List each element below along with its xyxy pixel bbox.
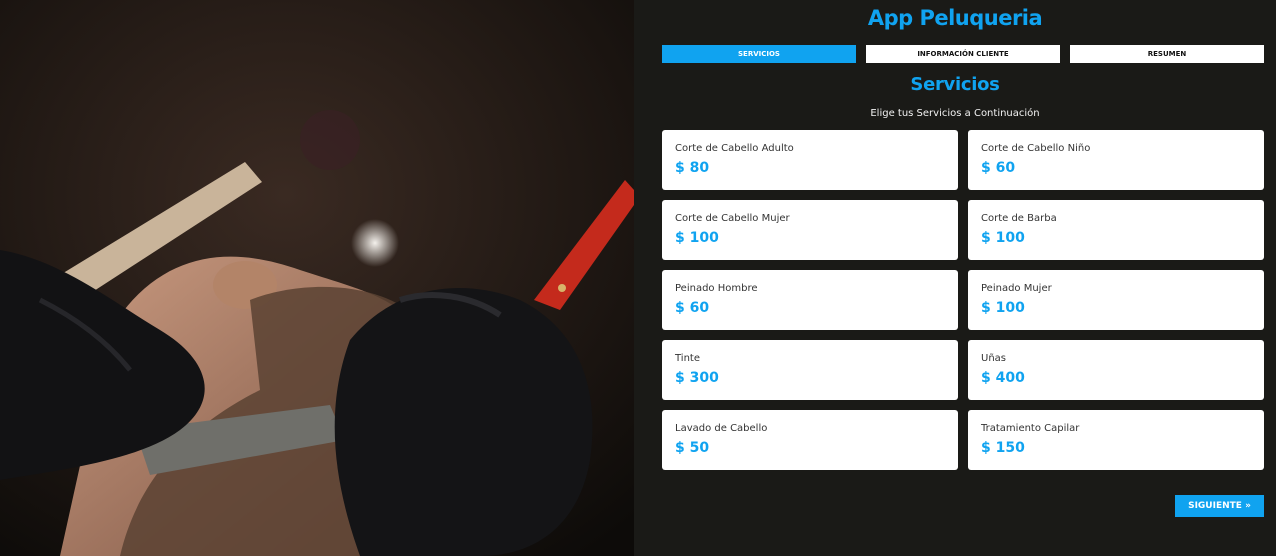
service-name: Uñas <box>981 353 1006 364</box>
service-card[interactable]: Corte de Cabello Niño $ 60 <box>968 130 1264 190</box>
service-card[interactable]: Corte de Cabello Adulto $ 80 <box>662 130 958 190</box>
section-title: Servicios <box>910 74 1000 95</box>
next-button[interactable]: SIGUIENTE » <box>1175 495 1264 517</box>
service-price: $ 50 <box>675 440 710 456</box>
service-card[interactable]: Tinte $ 300 <box>662 340 958 400</box>
service-price: $ 150 <box>981 440 1025 456</box>
service-card[interactable]: Peinado Mujer $ 100 <box>968 270 1264 330</box>
service-price: $ 300 <box>675 370 719 386</box>
hero-barber-image <box>0 0 634 556</box>
service-price: $ 60 <box>675 300 710 316</box>
service-name: Corte de Cabello Mujer <box>675 213 790 224</box>
service-name: Tinte <box>675 353 700 364</box>
service-card[interactable]: Tratamiento Capilar $ 150 <box>968 410 1264 470</box>
app-title: App Peluqueria <box>867 6 1043 30</box>
service-name: Lavado de Cabello <box>675 423 768 434</box>
service-name: Corte de Cabello Niño <box>981 143 1091 154</box>
service-price: $ 100 <box>981 300 1025 316</box>
service-price: $ 100 <box>675 230 719 246</box>
service-name: Peinado Mujer <box>981 283 1052 294</box>
service-card[interactable]: Lavado de Cabello $ 50 <box>662 410 958 470</box>
service-card[interactable]: Corte de Barba $ 100 <box>968 200 1264 260</box>
service-card[interactable]: Corte de Cabello Mujer $ 100 <box>662 200 958 260</box>
service-price: $ 80 <box>675 160 710 176</box>
step-tabs: SERVICIOS INFORMACIÓN CLIENTE RESUMEN <box>662 45 1264 63</box>
service-card[interactable]: Peinado Hombre $ 60 <box>662 270 958 330</box>
service-name: Peinado Hombre <box>675 283 758 294</box>
tab-resumen[interactable]: RESUMEN <box>1070 45 1264 63</box>
service-card[interactable]: Uñas $ 400 <box>968 340 1264 400</box>
service-price: $ 100 <box>981 230 1025 246</box>
service-name: Corte de Cabello Adulto <box>675 143 794 154</box>
tab-servicios[interactable]: SERVICIOS <box>662 45 856 63</box>
service-name: Tratamiento Capilar <box>981 423 1080 434</box>
service-name: Corte de Barba <box>981 213 1057 224</box>
section-subtitle: Elige tus Servicios a Continuación <box>870 108 1040 119</box>
tab-informacion-cliente[interactable]: INFORMACIÓN CLIENTE <box>866 45 1060 63</box>
app-panel: App Peluqueria SERVICIOS INFORMACIÓN CLI… <box>634 0 1276 556</box>
service-price: $ 400 <box>981 370 1025 386</box>
service-price: $ 60 <box>981 160 1016 176</box>
